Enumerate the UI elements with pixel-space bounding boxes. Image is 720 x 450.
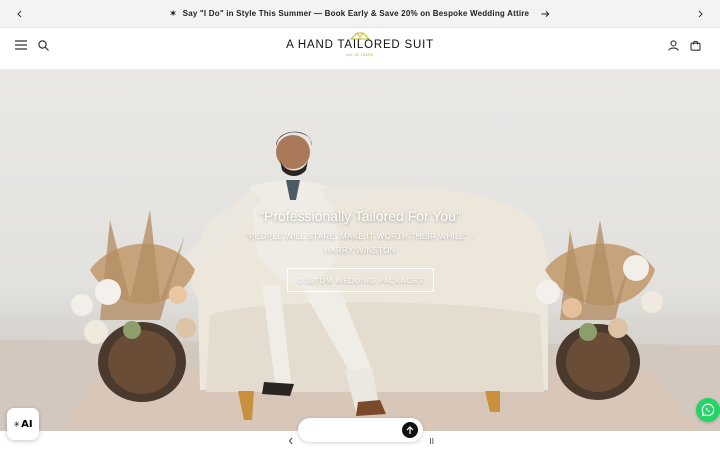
logo-tagline: est. 20 YEARS	[346, 53, 374, 57]
hero-banner: "Professionally Tailored For You" "PEOPL…	[0, 70, 720, 431]
announcement-bar: ✶ Say "I Do" in Style This Summer — Book…	[0, 0, 720, 28]
logo-name: A HAND TAILORED SUIT	[286, 39, 434, 51]
hero-quote: "PEOPLE WILL STARE. MAKE IT WORTH THEIR …	[245, 232, 475, 255]
menu-button[interactable]	[13, 37, 29, 53]
arrow-right-icon	[541, 10, 550, 18]
announcement-text: Say "I Do" in Style This Summer — Book E…	[182, 9, 530, 18]
announcement-message-link[interactable]: ✶ Say "I Do" in Style This Summer — Book…	[170, 9, 550, 18]
user-icon	[667, 39, 679, 51]
shopping-bag-icon	[689, 40, 701, 51]
chevron-right-icon	[698, 10, 703, 18]
hamburger-menu-icon	[15, 40, 27, 50]
announcement-star: ✶	[169, 9, 177, 18]
chat-input-bar[interactable]	[298, 418, 423, 442]
account-button[interactable]	[665, 37, 681, 53]
arrow-up-icon	[406, 425, 414, 434]
chevron-left-icon	[288, 437, 293, 445]
search-button[interactable]	[35, 37, 51, 53]
hero-title: "Professionally Tailored For You"	[259, 208, 461, 224]
site-header: A HAND TAILORED SUIT est. 20 YEARS	[0, 29, 720, 70]
chevron-left-icon	[17, 10, 22, 18]
cart-button[interactable]	[687, 37, 703, 53]
chat-send-button[interactable]	[402, 422, 418, 438]
whatsapp-button[interactable]	[696, 398, 720, 422]
site-logo[interactable]: A HAND TAILORED SUIT est. 20 YEARS	[270, 29, 450, 69]
ai-badge-label: AI	[21, 418, 33, 430]
ai-assistant-badge[interactable]: ✳ AI	[7, 408, 39, 440]
announcement-prev-button[interactable]	[13, 7, 27, 21]
whatsapp-icon	[701, 403, 715, 417]
announcement-next-button[interactable]	[693, 7, 707, 21]
custom-wedding-packages-button[interactable]: CUSTOM WEDDING PACKAGES	[287, 268, 434, 292]
slideshow-prev-button[interactable]	[288, 437, 294, 445]
ai-sparkle-icon: ✳	[13, 419, 21, 429]
slideshow-pause-button[interactable]: II	[430, 437, 434, 446]
search-icon	[37, 39, 49, 51]
